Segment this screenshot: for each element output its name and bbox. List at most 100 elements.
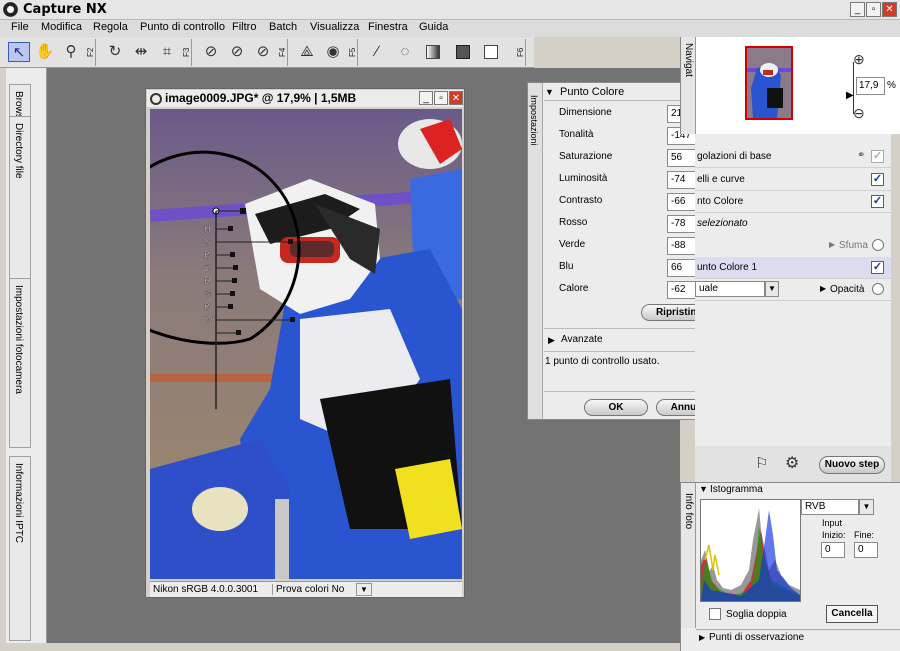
- edit-list-panel: golazioni di base ⚭ ✓ elli e curve ✓ nto…: [695, 134, 891, 446]
- menu-visualizza[interactable]: Visualizza: [310, 21, 359, 33]
- photo-info-tab[interactable]: Info foto: [681, 483, 696, 628]
- edit-step-color-point-1[interactable]: unto Colore 1 ✓: [695, 257, 891, 279]
- feather-row[interactable]: ▶ Sfuma: [695, 235, 891, 257]
- menu-finestra[interactable]: Finestra: [368, 21, 408, 33]
- histogram-chart[interactable]: [700, 499, 801, 602]
- edit-step-checkbox[interactable]: ✓: [871, 150, 884, 163]
- settings-side-tab-label: Impostazioni: [529, 95, 539, 146]
- menu-modifica[interactable]: Modifica: [41, 21, 82, 33]
- selection-row: selezionato: [695, 213, 891, 235]
- settings-side-tab[interactable]: Impostazioni: [528, 83, 543, 419]
- rotate-icon[interactable]: ↻: [104, 42, 126, 62]
- fkey-f3[interactable]: F3: [182, 39, 192, 66]
- fkey-f6[interactable]: F6: [516, 39, 526, 66]
- link-icon[interactable]: ⚭: [857, 150, 865, 161]
- collapse-triangle-icon[interactable]: ▼: [545, 87, 554, 97]
- minimize-icon[interactable]: _: [850, 2, 865, 17]
- fill-icon[interactable]: [452, 42, 474, 62]
- image-window-titlebar[interactable]: image0009.JPG* @ 17,9% | 1,5MB _ ▫ ✕: [147, 90, 463, 107]
- observation-expand-icon[interactable]: ▶: [699, 633, 705, 642]
- divider: [696, 629, 900, 630]
- navigator-thumbnail[interactable]: [745, 46, 793, 120]
- gear-icon[interactable]: ⚙: [785, 453, 799, 473]
- edit-step-color-point[interactable]: nto Colore ✓: [695, 191, 891, 213]
- channel-select[interactable]: RVB: [801, 499, 859, 515]
- brush-icon[interactable]: ∕: [366, 42, 388, 62]
- edit-step-checkbox[interactable]: ✓: [871, 261, 884, 274]
- blend-dropdown-icon[interactable]: ▼: [765, 281, 779, 297]
- zoom-slider-thumb-icon[interactable]: ▶: [846, 90, 854, 101]
- navigator-tab[interactable]: Navigat: [681, 37, 696, 134]
- row-calore-label: Calore: [559, 283, 589, 294]
- fkey-f2[interactable]: F2: [86, 39, 96, 66]
- edit-step-checkbox[interactable]: ✓: [871, 195, 884, 208]
- feather-radio[interactable]: [872, 239, 884, 251]
- image-minimize-icon[interactable]: _: [419, 91, 433, 105]
- arrow-select-icon[interactable]: ↖: [8, 42, 30, 62]
- menu-batch[interactable]: Batch: [269, 21, 297, 33]
- proof-dropdown-icon[interactable]: ▼: [356, 583, 372, 596]
- start-label: Inizio:: [822, 530, 846, 540]
- edit-step-checkbox[interactable]: ✓: [871, 173, 884, 186]
- tab-iptc-label: Informazioni IPTC: [13, 463, 24, 544]
- straighten-icon[interactable]: ⇹: [130, 42, 152, 62]
- advanced-section[interactable]: Avanzate: [561, 334, 603, 345]
- row-luminosita-label: Luminosità: [559, 173, 608, 184]
- menu-file[interactable]: File: [11, 21, 29, 33]
- image-close-icon[interactable]: ✕: [449, 91, 463, 105]
- start-field[interactable]: 0: [821, 542, 845, 558]
- new-step-button[interactable]: Nuovo step: [819, 456, 885, 474]
- histogram-collapse-icon[interactable]: ▼: [699, 484, 708, 494]
- tab-directory-label: Directory file: [13, 123, 24, 179]
- eye-icon[interactable]: ◉: [322, 42, 344, 62]
- eraser-icon[interactable]: [480, 42, 502, 62]
- edit-step-label: unto Colore 1: [697, 262, 758, 273]
- neutral-point-icon[interactable]: ⊘: [252, 42, 274, 62]
- row-blu-label: Blu: [559, 261, 574, 272]
- lasso-icon[interactable]: ◌: [394, 42, 416, 62]
- hand-icon[interactable]: ✋: [34, 42, 56, 62]
- edit-step-levels[interactable]: elli e curve ✓: [695, 169, 891, 191]
- tab-impostazioni-fotocamera[interactable]: Impostazioni fotocamera: [9, 278, 31, 448]
- row-saturazione-label: Saturazione: [559, 151, 613, 162]
- fkey-f5[interactable]: F5: [348, 39, 358, 66]
- close-icon[interactable]: ✕: [882, 2, 897, 17]
- white-point-icon[interactable]: ⊘: [226, 42, 248, 62]
- opacity-radio[interactable]: [872, 283, 884, 295]
- zoom-out-icon[interactable]: ⊖: [853, 105, 865, 122]
- fkey-f4[interactable]: F4: [278, 39, 288, 66]
- zoom-in-icon[interactable]: ⊕: [853, 51, 865, 68]
- photo-canvas[interactable]: H S B C R G B W: [150, 109, 462, 579]
- zoom-field[interactable]: 17,9: [856, 77, 885, 95]
- black-point-icon[interactable]: ⊘: [200, 42, 222, 62]
- menu-punto-di-controllo[interactable]: Punto di controllo: [140, 21, 225, 33]
- menu-bar: File Modifica Regola Punto di controllo …: [0, 20, 900, 37]
- crop-icon[interactable]: ⌗: [156, 42, 178, 62]
- tab-informazioni-iptc[interactable]: Informazioni IPTC: [9, 456, 31, 641]
- tab-directory-file[interactable]: Directory file: [9, 116, 31, 296]
- zoom-icon[interactable]: ⚲: [60, 42, 82, 62]
- clear-button[interactable]: Cancella: [826, 605, 878, 623]
- flag-icon[interactable]: ⚐: [755, 454, 768, 472]
- menu-regola[interactable]: Regola: [93, 21, 128, 33]
- gradient-icon[interactable]: [422, 42, 444, 62]
- edit-step-label: elli e curve: [697, 174, 745, 185]
- selection-label: selezionato: [697, 218, 748, 229]
- observation-points-section[interactable]: Punti di osservazione: [709, 632, 804, 643]
- blend-mode-select[interactable]: uale: [695, 281, 765, 297]
- edit-step-base[interactable]: golazioni di base ⚭ ✓: [695, 146, 891, 168]
- menu-guida[interactable]: Guida: [419, 21, 448, 33]
- double-threshold-checkbox[interactable]: [709, 608, 721, 620]
- restore-icon[interactable]: ▫: [866, 2, 881, 17]
- edit-list-scrollbar[interactable]: [891, 134, 900, 482]
- cp-letter-w: W: [204, 315, 213, 325]
- menu-filtro[interactable]: Filtro: [232, 21, 256, 33]
- channel-dropdown-icon[interactable]: ▼: [859, 499, 874, 515]
- row-dimensione-label: Dimensione: [559, 107, 612, 118]
- ok-button[interactable]: OK: [584, 399, 648, 416]
- soft-proof-status[interactable]: Prova colori No: [272, 584, 344, 595]
- red-eye-icon[interactable]: ⟁: [296, 42, 318, 62]
- end-field[interactable]: 0: [854, 542, 878, 558]
- image-restore-icon[interactable]: ▫: [434, 91, 448, 105]
- expand-triangle-icon[interactable]: ▶: [548, 335, 555, 346]
